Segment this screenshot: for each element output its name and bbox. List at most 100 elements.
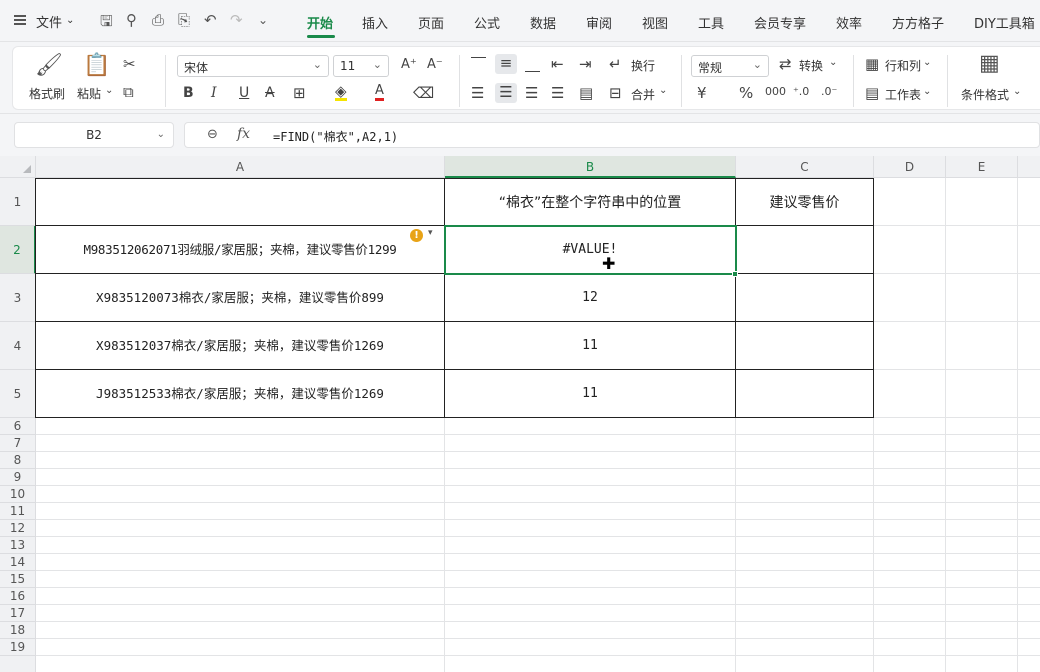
row-header-4[interactable]: 4 xyxy=(0,322,36,370)
italic-icon[interactable]: I xyxy=(211,85,217,101)
print-preview-icon[interactable]: ⎘ xyxy=(178,11,190,29)
menu-icon[interactable] xyxy=(14,15,26,25)
warning-icon[interactable]: ! xyxy=(410,229,423,242)
align-center-icon[interactable]: ☰ xyxy=(495,83,517,103)
font-grow-icon[interactable]: A⁺ xyxy=(401,57,417,72)
chevron-down-icon[interactable]: ⌄ xyxy=(923,86,931,97)
formula-input[interactable]: ⊖ fx =FIND("棉衣",A2,1) xyxy=(184,122,1040,148)
zoom-icon[interactable]: ⊖ xyxy=(207,127,218,142)
row-header-13[interactable]: 13 xyxy=(0,537,36,554)
row-header-20[interactable] xyxy=(0,656,36,672)
chevron-down-icon[interactable]: ⌄ xyxy=(923,57,931,68)
tab-efficiency[interactable]: 效率 xyxy=(836,13,862,32)
cell-b5[interactable]: 11 xyxy=(445,370,736,418)
more-icon[interactable]: ⌄ xyxy=(258,13,268,27)
merge-label[interactable]: 合并 xyxy=(631,86,655,103)
font-name-select[interactable]: 宋体 ⌄ xyxy=(177,55,329,77)
cut-icon[interactable]: ✂ xyxy=(123,55,136,73)
indent-increase-icon[interactable]: ⇥ xyxy=(579,55,592,73)
row-header-2[interactable]: 2 xyxy=(0,226,36,274)
row-header-15[interactable]: 15 xyxy=(0,571,36,588)
row-header-14[interactable]: 14 xyxy=(0,554,36,571)
tab-formula[interactable]: 公式 xyxy=(474,13,500,32)
currency-icon[interactable]: ¥ xyxy=(697,84,707,102)
row-header-18[interactable]: 18 xyxy=(0,622,36,639)
column-header-c[interactable]: C xyxy=(736,156,874,178)
tab-start[interactable]: 开始 xyxy=(307,13,333,32)
number-format-select[interactable]: 常规 ⌄ xyxy=(691,55,769,77)
decimal-decrease-icon[interactable]: .0⁻ xyxy=(821,85,837,98)
format-painter-icon[interactable]: 🖌 xyxy=(35,53,63,78)
row-header-16[interactable]: 16 xyxy=(0,588,36,605)
tab-member[interactable]: 会员专享 xyxy=(754,13,806,32)
convert-label[interactable]: 转换 xyxy=(799,57,823,74)
chevron-down-icon[interactable]: ▾ xyxy=(428,228,433,238)
print-icon[interactable]: ⎙ xyxy=(152,11,164,29)
tab-data[interactable]: 数据 xyxy=(530,13,556,32)
align-bottom-icon[interactable]: ⎽ xyxy=(525,55,540,73)
fx-icon[interactable]: fx xyxy=(237,126,250,142)
formula-text[interactable]: =FIND("棉衣",A2,1) xyxy=(273,128,398,145)
decimal-increase-icon[interactable]: ⁺.0 xyxy=(793,85,809,98)
row-header-3[interactable]: 3 xyxy=(0,274,36,322)
cell-c5[interactable] xyxy=(736,370,874,418)
row-header-12[interactable]: 12 xyxy=(0,520,36,537)
row-header-1[interactable]: 1 xyxy=(0,178,36,226)
column-header-e[interactable]: E xyxy=(946,156,1018,178)
file-menu[interactable]: 文件 xyxy=(36,12,62,31)
cell-a5[interactable]: J983512533棉衣/家居服；夹棉，建议零售价1269 xyxy=(35,370,445,418)
indent-decrease-icon[interactable]: ⇤ xyxy=(551,55,564,73)
cell-b3[interactable]: 12 xyxy=(445,274,736,322)
column-header-a[interactable]: A xyxy=(36,156,445,178)
clear-format-icon[interactable]: ⌫ xyxy=(413,84,434,102)
row-header-10[interactable]: 10 xyxy=(0,486,36,503)
justify-icon[interactable]: ☰ xyxy=(551,84,564,102)
cell-b4[interactable]: 11 xyxy=(445,322,736,370)
row-header-8[interactable]: 8 xyxy=(0,452,36,469)
cell-b1[interactable]: “棉衣”在整个字符串中的位置 xyxy=(445,178,736,226)
tab-review[interactable]: 审阅 xyxy=(586,13,612,32)
cell-a2[interactable]: M983512062071羽绒服/家居服；夹棉，建议零售价1299 xyxy=(35,226,445,274)
chevron-down-icon[interactable]: ⌄ xyxy=(659,85,667,96)
conditional-format-icon[interactable]: ▦ xyxy=(979,51,1000,76)
column-header-f[interactable] xyxy=(1018,156,1040,178)
align-right-icon[interactable]: ☰ xyxy=(525,84,538,102)
paste-icon[interactable]: 📋 xyxy=(83,53,110,78)
cell-c4[interactable] xyxy=(736,322,874,370)
cell-a4[interactable]: X983512037棉衣/家居服；夹棉，建议零售价1269 xyxy=(35,322,445,370)
tab-insert[interactable]: 插入 xyxy=(362,13,388,32)
align-middle-icon[interactable]: ≡ xyxy=(495,54,517,74)
select-all-corner[interactable] xyxy=(0,156,36,178)
chevron-down-icon[interactable]: ⌄ xyxy=(829,57,837,68)
row-header-17[interactable]: 17 xyxy=(0,605,36,622)
copy-icon[interactable]: ⧉ xyxy=(123,83,134,101)
share-icon[interactable]: ⚲ xyxy=(126,11,137,29)
font-size-select[interactable]: 11 ⌄ xyxy=(333,55,389,77)
column-header-d[interactable]: D xyxy=(874,156,946,178)
row-header-19[interactable]: 19 xyxy=(0,639,36,656)
percent-icon[interactable]: % xyxy=(739,84,753,102)
underline-icon[interactable]: U xyxy=(239,85,249,101)
cell-a1[interactable] xyxy=(35,178,445,226)
row-header-5[interactable]: 5 xyxy=(0,370,36,418)
convert-icon[interactable]: ⇄ xyxy=(779,55,792,73)
row-header-7[interactable]: 7 xyxy=(0,435,36,452)
redo-icon[interactable]: ↷ xyxy=(230,11,243,29)
rows-cols-icon[interactable]: ▦ xyxy=(865,55,879,73)
align-left-icon[interactable]: ☰ xyxy=(471,84,484,102)
bold-icon[interactable]: B xyxy=(183,85,194,101)
name-box[interactable]: B2 ⌄ xyxy=(14,122,174,148)
wrap-icon[interactable]: ↵ xyxy=(609,55,622,73)
format-painter-label[interactable]: 格式刷 xyxy=(29,85,65,102)
strikethrough-icon[interactable]: A xyxy=(265,85,275,101)
row-header-6[interactable]: 6 xyxy=(0,418,36,435)
chevron-down-icon[interactable]: ⌄ xyxy=(66,15,74,26)
cell-c3[interactable] xyxy=(736,274,874,322)
cell-c2[interactable] xyxy=(736,226,874,274)
chevron-down-icon[interactable]: ⌄ xyxy=(157,123,165,147)
wrap-label[interactable]: 换行 xyxy=(631,57,655,74)
tab-page[interactable]: 页面 xyxy=(418,13,444,32)
tab-diy[interactable]: DIY工具箱 xyxy=(974,13,1035,32)
thousands-icon[interactable]: 000 xyxy=(765,85,786,98)
tab-ffgz[interactable]: 方方格子 xyxy=(892,13,944,32)
